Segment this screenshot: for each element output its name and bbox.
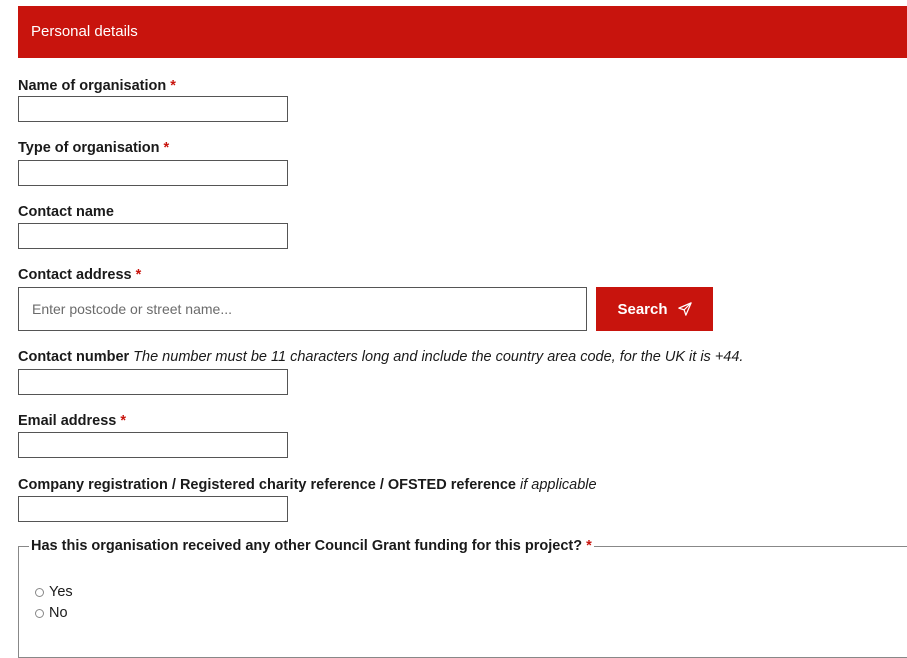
email-label: Email address *	[18, 413, 126, 429]
section-header: Personal details	[18, 6, 907, 58]
contact-name-label: Contact name	[18, 204, 114, 220]
send-icon	[677, 302, 692, 316]
radio-button[interactable]	[35, 587, 44, 597]
search-button[interactable]: Search	[596, 287, 713, 331]
org-name-label: Name of organisation *	[18, 78, 176, 94]
org-type-label: Type of organisation *	[18, 140, 170, 156]
radio-option-yes[interactable]: Yes	[35, 584, 73, 600]
contact-address-label: Contact address *	[18, 267, 142, 283]
required-marker: *	[586, 538, 592, 554]
funding-question-legend: Has this organisation received any other…	[31, 538, 592, 554]
contact-number-hint: The number must be 11 characters long an…	[133, 349, 744, 365]
required-marker: *	[120, 413, 126, 429]
company-ref-label: Company registration / Registered charit…	[18, 477, 597, 493]
required-marker: *	[135, 267, 142, 283]
contact-number-input[interactable]	[18, 369, 288, 395]
radio-button[interactable]	[35, 608, 44, 618]
email-input[interactable]	[18, 432, 288, 458]
search-button-label: Search	[617, 300, 668, 318]
address-search-input[interactable]	[18, 287, 587, 331]
contact-name-input[interactable]	[18, 223, 288, 249]
org-type-input[interactable]	[18, 160, 288, 186]
funding-question-group: Has this organisation received any other…	[18, 538, 907, 658]
radio-label: Yes	[49, 584, 73, 600]
contact-number-label: Contact number The number must be 11 char…	[18, 349, 744, 365]
company-ref-input[interactable]	[18, 496, 288, 522]
radio-option-no[interactable]: No	[35, 605, 68, 621]
org-name-input[interactable]	[18, 96, 288, 122]
required-marker: *	[163, 140, 170, 156]
radio-label: No	[49, 605, 68, 621]
company-ref-hint: if applicable	[520, 477, 597, 493]
required-marker: *	[170, 78, 176, 94]
